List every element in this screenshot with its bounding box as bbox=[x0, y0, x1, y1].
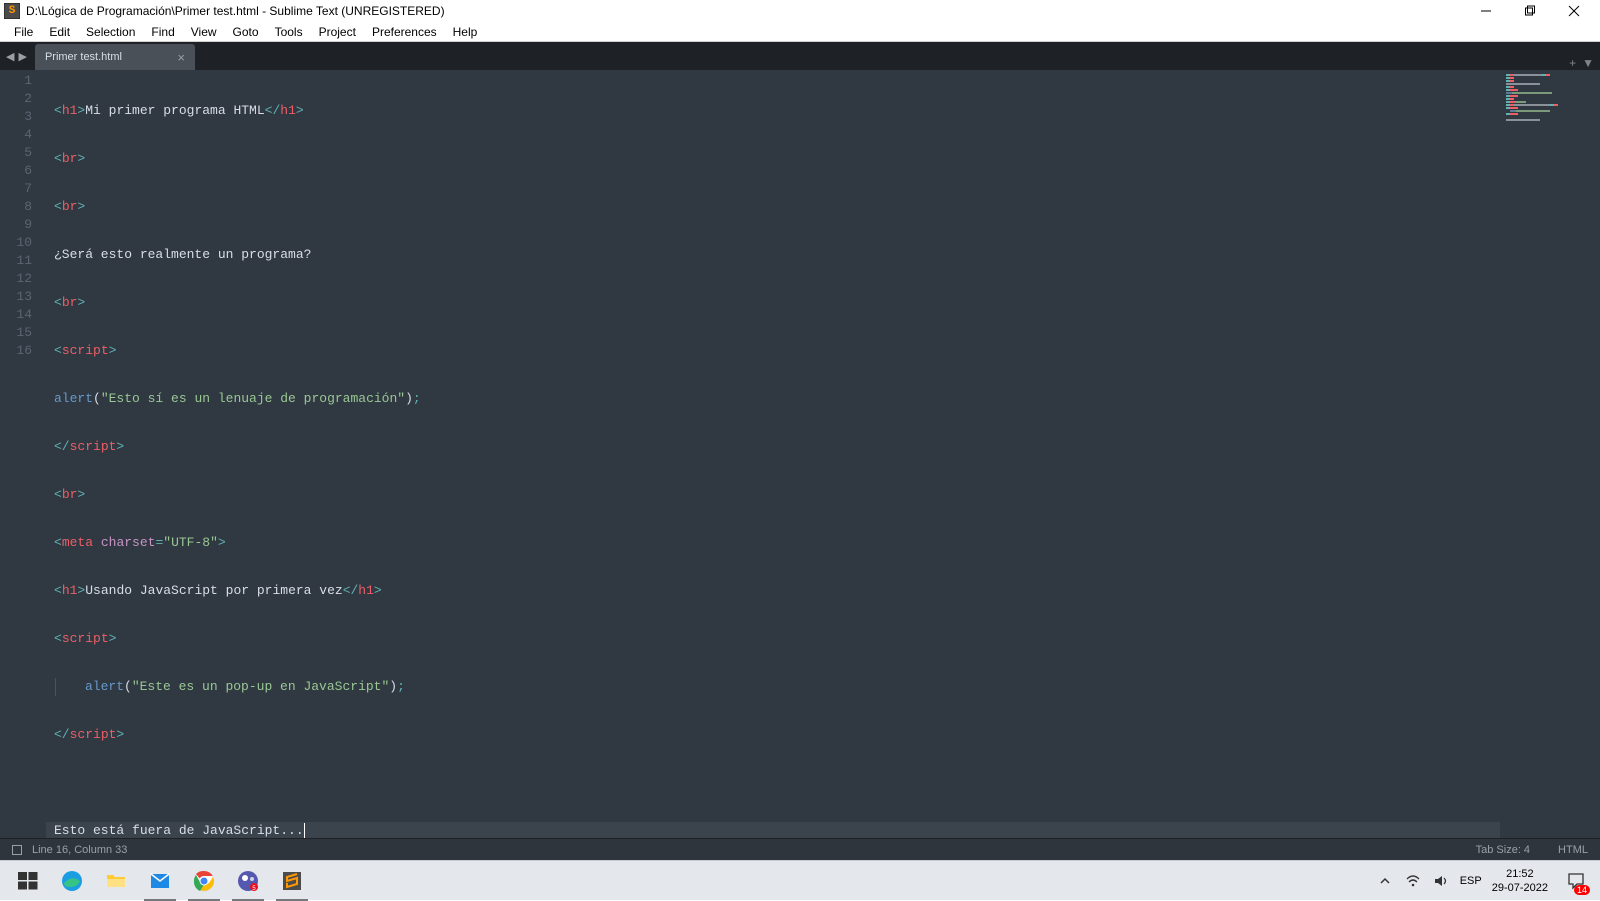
line-number[interactable]: 13 bbox=[0, 288, 46, 306]
system-tray: ESP 21:52 29-07-2022 14 bbox=[1376, 861, 1594, 901]
line-number[interactable]: 8 bbox=[0, 198, 46, 216]
close-button[interactable] bbox=[1552, 0, 1596, 22]
teams-icon: 5 bbox=[236, 869, 260, 893]
line-number[interactable]: 3 bbox=[0, 108, 46, 126]
line-number[interactable]: 7 bbox=[0, 180, 46, 198]
taskbar-edge[interactable] bbox=[50, 861, 94, 901]
menu-edit[interactable]: Edit bbox=[41, 23, 78, 41]
window-controls bbox=[1464, 0, 1596, 22]
tab-primer-test[interactable]: Primer test.html × bbox=[35, 44, 195, 70]
line-number[interactable]: 12 bbox=[0, 270, 46, 288]
sublime-icon bbox=[280, 869, 304, 893]
line-number[interactable]: 2 bbox=[0, 90, 46, 108]
code-area[interactable]: <h1>Mi primer programa HTML</h1> <br> <b… bbox=[46, 70, 1500, 838]
panel-switcher-icon[interactable] bbox=[12, 845, 22, 855]
taskbar-mail[interactable] bbox=[138, 861, 182, 901]
minimap[interactable] bbox=[1500, 70, 1600, 838]
tray-clock[interactable]: 21:52 29-07-2022 bbox=[1492, 867, 1548, 895]
titlebar: S D:\Lógica de Programación\Primer test.… bbox=[0, 0, 1600, 22]
menu-goto[interactable]: Goto bbox=[225, 23, 267, 41]
status-linecol[interactable]: Line 16, Column 33 bbox=[32, 844, 127, 856]
line-number[interactable]: 14 bbox=[0, 306, 46, 324]
taskbar-file-explorer[interactable] bbox=[94, 861, 138, 901]
minimize-button[interactable] bbox=[1464, 0, 1508, 22]
status-tabsize[interactable]: Tab Size: 4 bbox=[1476, 844, 1530, 856]
statusbar: Line 16, Column 33 Tab Size: 4 HTML bbox=[0, 838, 1600, 860]
maximize-button[interactable] bbox=[1508, 0, 1552, 22]
line-number[interactable]: 1 bbox=[0, 72, 46, 90]
menu-preferences[interactable]: Preferences bbox=[364, 23, 445, 41]
menu-file[interactable]: File bbox=[6, 23, 41, 41]
tray-time: 21:52 bbox=[1492, 867, 1548, 881]
start-button[interactable] bbox=[6, 861, 50, 901]
taskbar-sublime[interactable] bbox=[270, 861, 314, 901]
taskbar-teams[interactable]: 5 bbox=[226, 861, 270, 901]
notification-badge: 14 bbox=[1574, 885, 1590, 895]
text-cursor bbox=[304, 823, 305, 838]
tabstrip-right-controls: + ▼ bbox=[1569, 56, 1600, 70]
close-icon bbox=[1568, 5, 1580, 17]
menu-selection[interactable]: Selection bbox=[78, 23, 143, 41]
tab-nav-arrows: ◀ ▶ bbox=[0, 42, 33, 70]
line-number[interactable]: 9 bbox=[0, 216, 46, 234]
windows-taskbar: 5 ESP 21:52 29-07-2022 14 bbox=[0, 860, 1600, 900]
action-center-button[interactable]: 14 bbox=[1558, 861, 1594, 901]
edge-icon bbox=[60, 869, 84, 893]
taskbar-chrome[interactable] bbox=[182, 861, 226, 901]
tab-nav-forward-icon[interactable]: ▶ bbox=[16, 50, 28, 63]
line-number[interactable]: 4 bbox=[0, 126, 46, 144]
windows-logo-icon bbox=[16, 869, 40, 893]
tray-date: 29-07-2022 bbox=[1492, 881, 1548, 895]
new-tab-icon[interactable]: + bbox=[1569, 56, 1576, 70]
menu-view[interactable]: View bbox=[183, 23, 225, 41]
line-number[interactable]: 11 bbox=[0, 252, 46, 270]
tab-label: Primer test.html bbox=[45, 51, 167, 63]
line-number[interactable]: 15 bbox=[0, 324, 46, 342]
window-title: D:\Lógica de Programación\Primer test.ht… bbox=[26, 4, 1464, 18]
status-syntax[interactable]: HTML bbox=[1558, 844, 1588, 856]
minimize-icon bbox=[1480, 5, 1492, 17]
wifi-icon[interactable] bbox=[1404, 872, 1422, 890]
menubar: File Edit Selection Find View Goto Tools… bbox=[0, 22, 1600, 42]
tray-overflow-icon[interactable] bbox=[1376, 872, 1394, 890]
tab-dropdown-icon[interactable]: ▼ bbox=[1582, 56, 1594, 70]
menu-tools[interactable]: Tools bbox=[267, 23, 311, 41]
menu-help[interactable]: Help bbox=[445, 23, 486, 41]
tray-language[interactable]: ESP bbox=[1460, 875, 1482, 887]
menu-find[interactable]: Find bbox=[143, 23, 182, 41]
line-number[interactable]: 10 bbox=[0, 234, 46, 252]
chrome-icon bbox=[192, 869, 216, 893]
tabstrip: ◀ ▶ Primer test.html × + ▼ bbox=[0, 42, 1600, 70]
menu-project[interactable]: Project bbox=[311, 23, 364, 41]
editor: 1 2 3 4 5 6 7 8 9 10 11 12 13 14 15 16 <… bbox=[0, 70, 1600, 838]
line-number[interactable]: 6 bbox=[0, 162, 46, 180]
maximize-icon bbox=[1524, 5, 1536, 17]
line-number[interactable]: 5 bbox=[0, 144, 46, 162]
folder-icon bbox=[104, 869, 128, 893]
sublime-app-icon: S bbox=[4, 3, 20, 19]
volume-icon[interactable] bbox=[1432, 872, 1450, 890]
line-number[interactable]: 16 bbox=[0, 342, 46, 360]
mail-icon bbox=[148, 869, 172, 893]
gutter: 1 2 3 4 5 6 7 8 9 10 11 12 13 14 15 16 bbox=[0, 70, 46, 838]
tab-close-icon[interactable]: × bbox=[177, 50, 185, 65]
tab-nav-back-icon[interactable]: ◀ bbox=[4, 50, 16, 63]
